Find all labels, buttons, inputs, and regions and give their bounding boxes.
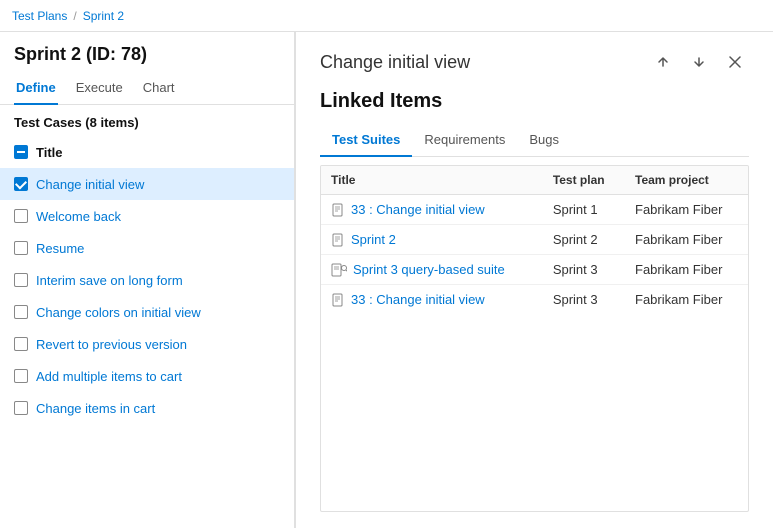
linked-items-tabs: Test Suites Requirements Bugs xyxy=(320,125,749,157)
panel-header: Change initial view xyxy=(320,48,749,76)
row-team-project: Fabrikam Fiber xyxy=(625,255,748,285)
tab-execute[interactable]: Execute xyxy=(74,74,125,105)
checkbox-checked[interactable] xyxy=(14,177,28,191)
tab-define[interactable]: Define xyxy=(14,74,58,105)
item-label: Interim save on long form xyxy=(36,273,183,288)
linked-tab-test-suites[interactable]: Test Suites xyxy=(320,126,412,157)
breadcrumb-separator: / xyxy=(73,9,76,23)
linked-items-table-container: Title Test plan Team project xyxy=(320,165,749,512)
table-row[interactable]: Sprint 3 query-based suite Sprint 3 Fabr… xyxy=(321,255,748,285)
doc-icon xyxy=(331,233,345,247)
list-item[interactable]: Add multiple items to cart xyxy=(0,360,294,392)
row-title-cell: Sprint 3 query-based suite xyxy=(321,255,543,285)
breadcrumb-sprint2[interactable]: Sprint 2 xyxy=(83,9,124,23)
list-item[interactable]: Change colors on initial view xyxy=(0,296,294,328)
list-item[interactable]: Change initial view xyxy=(0,168,294,200)
item-label: Welcome back xyxy=(36,209,121,224)
table-row[interactable]: Sprint 2 Sprint 2 Fabrikam Fiber xyxy=(321,225,748,255)
checkbox-unchecked[interactable] xyxy=(14,369,28,383)
doc-icon xyxy=(331,203,345,217)
item-label: Change colors on initial view xyxy=(36,305,201,320)
row-test-plan: Sprint 3 xyxy=(543,285,625,315)
sprint-title: Sprint 2 (ID: 78) xyxy=(0,32,294,73)
row-title-cell: Sprint 2 xyxy=(321,225,543,255)
test-cases-list: Title Change initial view Welcome back R… xyxy=(0,136,294,528)
list-item[interactable]: Title xyxy=(0,136,294,168)
linked-items-title: Linked Items xyxy=(320,90,749,113)
linked-tab-requirements[interactable]: Requirements xyxy=(412,126,517,157)
col-title: Title xyxy=(321,166,543,195)
checkbox-unchecked[interactable] xyxy=(14,401,28,415)
list-item[interactable]: Interim save on long form xyxy=(0,264,294,296)
row-test-plan: Sprint 1 xyxy=(543,195,625,225)
list-item[interactable]: Revert to previous version xyxy=(0,328,294,360)
item-label: Change initial view xyxy=(36,177,144,192)
row-title[interactable]: Sprint 2 xyxy=(351,232,396,247)
col-test-plan: Test plan xyxy=(543,166,625,195)
breadcrumb-test-plans[interactable]: Test Plans xyxy=(12,9,67,23)
list-item[interactable]: Welcome back xyxy=(0,200,294,232)
col-team-project: Team project xyxy=(625,166,748,195)
close-panel-button[interactable] xyxy=(721,48,749,76)
doc-query-icon xyxy=(331,263,347,277)
item-label: Revert to previous version xyxy=(36,337,187,352)
checkbox-unchecked[interactable] xyxy=(14,209,28,223)
checkbox-unchecked[interactable] xyxy=(14,241,28,255)
row-title[interactable]: Sprint 3 query-based suite xyxy=(353,262,505,277)
row-title[interactable]: 33 : Change initial view xyxy=(351,202,485,217)
panel-actions xyxy=(649,48,749,76)
breadcrumb: Test Plans / Sprint 2 xyxy=(0,0,773,32)
linked-items-table: Title Test plan Team project xyxy=(321,166,748,314)
checkbox-unchecked[interactable] xyxy=(14,273,28,287)
list-item[interactable]: Change items in cart xyxy=(0,392,294,424)
tabs-bar: Define Execute Chart xyxy=(0,73,294,105)
row-test-plan: Sprint 2 xyxy=(543,225,625,255)
navigate-down-button[interactable] xyxy=(685,48,713,76)
table-header-row: Title Test plan Team project xyxy=(321,166,748,195)
row-team-project: Fabrikam Fiber xyxy=(625,195,748,225)
linked-tab-bugs[interactable]: Bugs xyxy=(517,126,571,157)
row-test-plan: Sprint 3 xyxy=(543,255,625,285)
panel-title: Change initial view xyxy=(320,52,470,73)
checkbox-minus[interactable] xyxy=(14,145,28,159)
item-label: Resume xyxy=(36,241,84,256)
row-title[interactable]: 33 : Change initial view xyxy=(351,292,485,307)
item-label: Change items in cart xyxy=(36,401,155,416)
row-title-cell: 33 : Change initial view xyxy=(321,285,543,315)
table-row[interactable]: 33 : Change initial view Sprint 3 Fabrik… xyxy=(321,285,748,315)
row-title-cell: 33 : Change initial view xyxy=(321,195,543,225)
table-row[interactable]: 33 : Change initial view Sprint 1 Fabrik… xyxy=(321,195,748,225)
row-team-project: Fabrikam Fiber xyxy=(625,285,748,315)
checkbox-unchecked[interactable] xyxy=(14,305,28,319)
item-label: Title xyxy=(36,145,63,160)
doc-icon xyxy=(331,293,345,307)
left-panel: Sprint 2 (ID: 78) Define Execute Chart T… xyxy=(0,32,295,528)
navigate-up-button[interactable] xyxy=(649,48,677,76)
item-label: Add multiple items to cart xyxy=(36,369,182,384)
tab-chart[interactable]: Chart xyxy=(141,74,177,105)
checkbox-unchecked[interactable] xyxy=(14,337,28,351)
test-cases-header: Test Cases (8 items) xyxy=(0,105,294,136)
row-team-project: Fabrikam Fiber xyxy=(625,225,748,255)
right-panel: Change initial view xyxy=(295,32,773,528)
list-item[interactable]: Resume xyxy=(0,232,294,264)
